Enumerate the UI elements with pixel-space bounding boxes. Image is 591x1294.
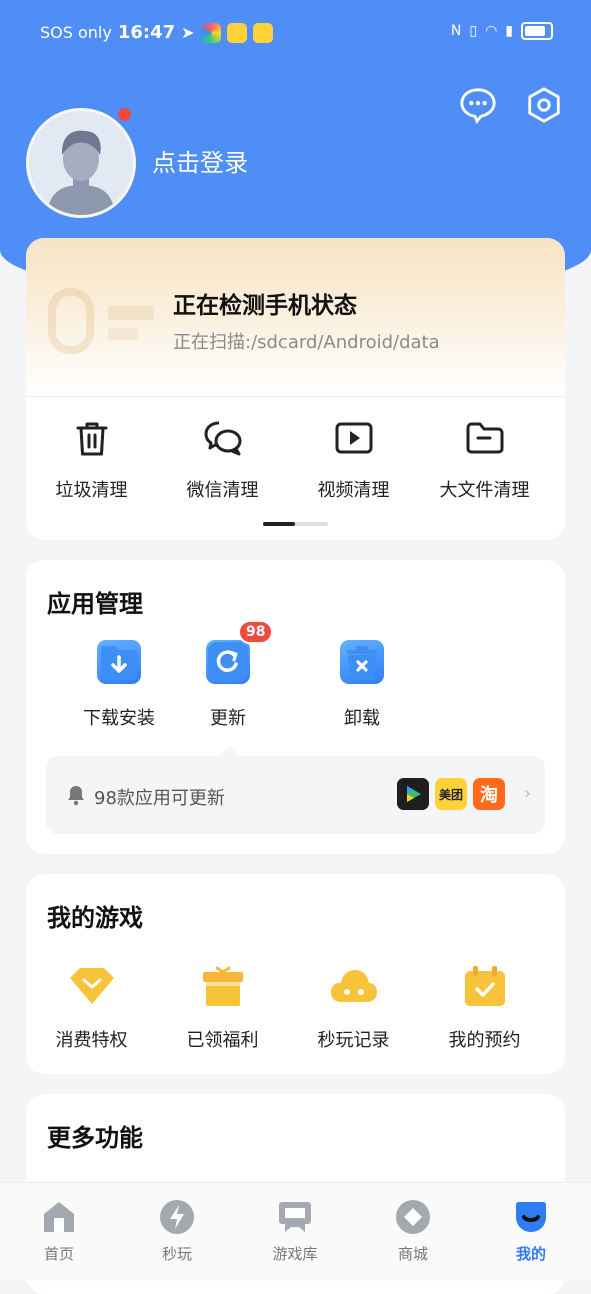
download-icon [97, 640, 141, 684]
calendar-check-icon [464, 966, 505, 1006]
app-management-card: 应用管理 下载安装 98 更新 卸载 98款应用可更新 美团 淘 › [26, 560, 565, 854]
bottom-tab-bar: 首页 秒玩 游戏库 商城 我的 [0, 1182, 591, 1281]
notification-app-icon [200, 22, 221, 43]
nfc-icon: N [450, 23, 462, 39]
trash-icon [76, 422, 107, 456]
battery-icon [521, 22, 553, 40]
tool-label: 大文件清理 [439, 480, 530, 501]
tab-home[interactable]: 首页 [0, 1183, 118, 1281]
page-indicator [263, 522, 328, 526]
download-install-button[interactable]: 下载安装 [59, 640, 179, 730]
tab-label: 商城 [397, 1245, 428, 1263]
tab-label: 游戏库 [272, 1245, 318, 1263]
scan-title: 正在检测手机状态 [173, 293, 357, 319]
folder-icon [466, 422, 503, 454]
tab-instant-play[interactable]: 秒玩 [118, 1183, 236, 1281]
meituan-app-icon: 美团 [435, 778, 467, 810]
section-title: 更多功能 [47, 1124, 143, 1152]
status-bar: SOS only 16:47 ➤ N ▯ ◠ ▮ [0, 18, 591, 48]
app-item-label: 更新 [210, 708, 246, 729]
uninstall-button[interactable]: 卸载 [302, 640, 422, 730]
chat-icon [204, 421, 241, 456]
game-item-label: 已领福利 [186, 1030, 259, 1051]
scan-banner[interactable]: 正在检测手机状态 正在扫描:/sdcard/Android/data [26, 238, 565, 396]
scan-decoration [48, 286, 158, 370]
tab-profile[interactable]: 我的 [472, 1183, 590, 1281]
consumption-privilege-button[interactable]: 消费特权 [26, 964, 157, 1052]
scan-path: 正在扫描:/sdcard/Android/data [173, 332, 440, 353]
uninstall-icon [340, 640, 384, 684]
wifi-icon: ◠ [485, 23, 498, 39]
tab-label: 我的 [515, 1245, 546, 1263]
vibrate-icon: ▯ [469, 23, 478, 39]
notification-app-icon [252, 22, 273, 43]
update-button[interactable]: 98 更新 [168, 620, 288, 730]
notification-app-icon [226, 22, 247, 43]
notification-dot [118, 108, 131, 121]
section-title: 应用管理 [47, 590, 143, 618]
update-count-badge: 98 [238, 620, 274, 644]
game-item-label: 消费特权 [55, 1030, 128, 1051]
tool-label: 垃圾清理 [55, 480, 128, 501]
clock: 16:47 [117, 22, 176, 43]
tab-label: 首页 [43, 1245, 74, 1263]
tool-label: 视频清理 [317, 480, 390, 501]
received-benefits-button[interactable]: 已领福利 [157, 964, 288, 1052]
store-icon [396, 1200, 430, 1234]
divider [26, 396, 565, 397]
tool-bigfile-clean[interactable]: 大文件清理 [419, 418, 550, 502]
my-reservations-button[interactable]: 我的预约 [419, 964, 550, 1052]
lightning-icon [160, 1200, 194, 1234]
tool-trash-clean[interactable]: 垃圾清理 [26, 418, 157, 502]
video-app-icon [397, 778, 429, 810]
tab-game-library[interactable]: 游戏库 [236, 1183, 354, 1281]
settings-icon[interactable] [525, 86, 563, 124]
chevron-right-icon: › [523, 783, 531, 804]
tool-wechat-clean[interactable]: 微信清理 [157, 418, 288, 502]
tool-video-clean[interactable]: 视频清理 [288, 418, 419, 502]
game-item-label: 秒玩记录 [317, 1030, 390, 1051]
my-games-card: 我的游戏 消费特权 已领福利 秒玩记录 我的预约 [26, 874, 565, 1074]
video-icon [335, 422, 372, 454]
carrier-text: SOS only [40, 23, 112, 42]
tab-store[interactable]: 商城 [354, 1183, 472, 1281]
update-icon: 98 [206, 620, 274, 684]
app-update-bar[interactable]: 98款应用可更新 美团 淘 › [46, 746, 545, 834]
avatar[interactable] [26, 108, 136, 218]
phone-scan-card: 正在检测手机状态 正在扫描:/sdcard/Android/data 垃圾清理 … [26, 238, 565, 540]
login-link[interactable]: 点击登录 [152, 143, 248, 178]
update-summary: 98款应用可更新 [94, 788, 225, 809]
app-item-label: 卸载 [344, 708, 380, 729]
game-item-label: 我的预约 [448, 1030, 521, 1051]
alert-icon: ▮ [505, 23, 513, 39]
game-library-icon [279, 1202, 311, 1232]
gift-icon [202, 966, 243, 1006]
bell-icon [68, 786, 84, 806]
tab-label: 秒玩 [161, 1245, 192, 1263]
cloud-game-icon [330, 970, 377, 1002]
section-title: 我的游戏 [47, 904, 143, 932]
taobao-app-icon: 淘 [473, 778, 505, 810]
profile-icon [516, 1202, 546, 1232]
app-item-label: 下载安装 [83, 708, 155, 729]
telegram-icon: ➤ [181, 23, 195, 42]
diamond-icon [69, 968, 114, 1004]
message-icon[interactable] [459, 86, 497, 124]
instant-play-history-button[interactable]: 秒玩记录 [288, 964, 419, 1052]
tool-label: 微信清理 [186, 480, 259, 501]
home-icon [44, 1202, 74, 1232]
